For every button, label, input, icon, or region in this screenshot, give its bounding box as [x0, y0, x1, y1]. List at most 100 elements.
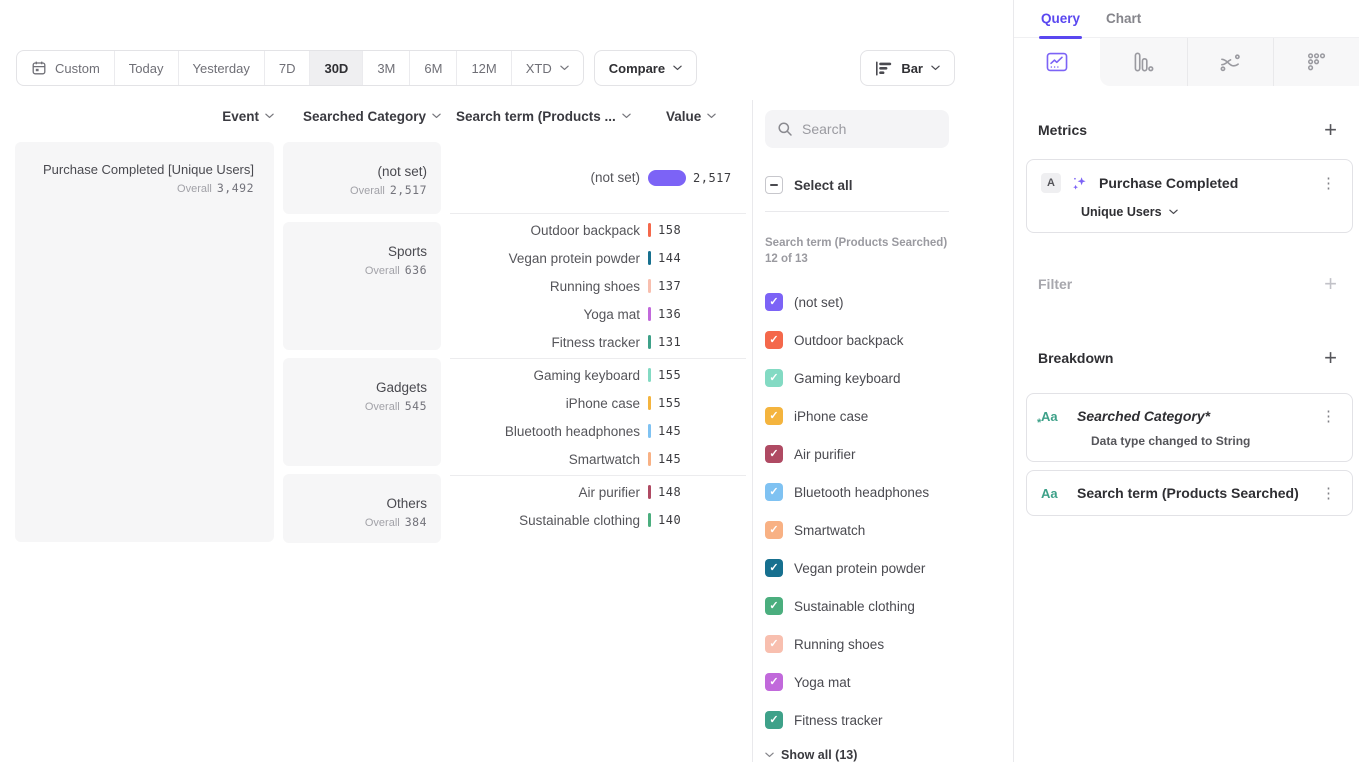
chart-type-button[interactable]: Bar	[860, 50, 955, 86]
content-row: Event Searched Category Search term (Pro…	[0, 100, 1013, 762]
column-header-category[interactable]: Searched Category	[283, 109, 441, 124]
table-row[interactable]: Bluetooth headphones145	[450, 417, 746, 445]
checkbox-checked[interactable]: ✓	[765, 521, 783, 539]
select-all-toggle[interactable]: Select all	[765, 176, 1012, 194]
table-row[interactable]: Fitness tracker131	[450, 328, 746, 356]
search-box[interactable]	[765, 110, 949, 148]
checkbox-checked[interactable]: ✓	[765, 445, 783, 463]
range-yesterday[interactable]: Yesterday	[179, 51, 265, 85]
breakdown-property-name: Searched Category*	[1077, 408, 1309, 424]
report-tab-flows[interactable]	[1187, 38, 1273, 86]
check-icon: ✓	[769, 563, 778, 574]
checkbox-checked[interactable]: ✓	[765, 483, 783, 501]
series-item[interactable]: ✓Smartwatch	[765, 520, 1012, 540]
string-type-icon: Aa*	[1041, 409, 1067, 424]
checkbox-checked[interactable]: ✓	[765, 711, 783, 729]
report-tab-retention[interactable]	[1273, 38, 1359, 86]
range-label: Custom	[55, 61, 100, 76]
checkbox-checked[interactable]: ✓	[765, 369, 783, 387]
indeterminate-checkbox[interactable]	[765, 176, 783, 194]
checkbox-checked[interactable]: ✓	[765, 331, 783, 349]
tab-chart[interactable]: Chart	[1106, 0, 1141, 37]
report-tab-insights[interactable]	[1014, 38, 1100, 86]
range-7d[interactable]: 7D	[265, 51, 311, 85]
category-cell[interactable]: Others Overall384	[283, 474, 441, 543]
series-item[interactable]: ✓Vegan protein powder	[765, 558, 1012, 578]
column-header-event[interactable]: Event	[15, 109, 274, 124]
table-row[interactable]: (not set) 2,517	[450, 164, 746, 192]
breakdown-card[interactable]: Aa* Searched Category* ⋮ Data type chang…	[1026, 393, 1353, 462]
check-icon: ✓	[769, 677, 778, 688]
category-cell[interactable]: Sports Overall636	[283, 222, 441, 350]
checkbox-checked[interactable]: ✓	[765, 597, 783, 615]
add-filter-button[interactable]: +	[1324, 273, 1337, 295]
series-item[interactable]: ✓Air purifier	[765, 444, 1012, 464]
range-custom[interactable]: Custom	[17, 51, 115, 85]
breakdown-card[interactable]: Aa Search term (Products Searched) ⋮	[1026, 470, 1353, 516]
series-item[interactable]: ✓iPhone case	[765, 406, 1012, 426]
kebab-menu-icon[interactable]: ⋮	[1319, 407, 1338, 425]
kebab-menu-icon[interactable]: ⋮	[1319, 174, 1338, 192]
range-6m[interactable]: 6M	[410, 51, 457, 85]
column-header-value[interactable]: Value	[648, 109, 716, 124]
range-30d[interactable]: 30D	[310, 51, 363, 85]
event-cell[interactable]: Purchase Completed [Unique Users] Overal…	[15, 142, 274, 542]
table-row[interactable]: Air purifier148	[450, 478, 746, 506]
category-cell[interactable]: Gadgets Overall545	[283, 358, 441, 466]
checkbox-checked[interactable]: ✓	[765, 635, 783, 653]
checkbox-checked[interactable]: ✓	[765, 293, 783, 311]
series-item[interactable]: ✓Sustainable clothing	[765, 596, 1012, 616]
range-12m[interactable]: 12M	[457, 51, 511, 85]
report-tab-funnels[interactable]	[1100, 38, 1186, 86]
value-bar	[648, 251, 651, 265]
checkbox-checked[interactable]: ✓	[765, 559, 783, 577]
chevron-down-icon	[1169, 209, 1178, 215]
value-bar	[648, 223, 651, 237]
event-column: Purchase Completed [Unique Users] Overal…	[15, 142, 274, 543]
series-item[interactable]: ✓Outdoor backpack	[765, 330, 1012, 350]
compare-button[interactable]: Compare	[594, 50, 697, 86]
metric-card[interactable]: A Purchase Completed ⋮ Unique Users	[1026, 159, 1353, 233]
series-item[interactable]: ✓Running shoes	[765, 634, 1012, 654]
checkbox-checked[interactable]: ✓	[765, 673, 783, 691]
value-bar	[648, 368, 651, 382]
tab-query[interactable]: Query	[1041, 0, 1080, 37]
aggregation-selector[interactable]: Unique Users	[1081, 205, 1338, 219]
checkbox-checked[interactable]: ✓	[765, 407, 783, 425]
app-root: Custom Today Yesterday 7D 30D 3M 6M 12M …	[0, 0, 1359, 762]
metric-name: Purchase Completed	[1099, 175, 1309, 191]
series-item[interactable]: ✓Gaming keyboard	[765, 368, 1012, 388]
table-row[interactable]: Sustainable clothing140	[450, 506, 746, 534]
series-item[interactable]: ✓Yoga mat	[765, 672, 1012, 692]
series-item[interactable]: ✓(not set)	[765, 292, 1012, 312]
search-input[interactable]	[802, 121, 932, 137]
series-item[interactable]: ✓Fitness tracker	[765, 710, 1012, 730]
table-row[interactable]: Gaming keyboard155	[450, 361, 746, 389]
legend-filter-panel: Select all Search term (Products Searche…	[752, 100, 1012, 762]
kebab-menu-icon[interactable]: ⋮	[1319, 484, 1338, 502]
table-row[interactable]: Yoga mat136	[450, 300, 746, 328]
category-cell[interactable]: (not set) Overall2,517	[283, 142, 441, 214]
check-icon: ✓	[769, 525, 778, 536]
add-breakdown-button[interactable]: +	[1324, 347, 1337, 369]
toolbar: Custom Today Yesterday 7D 30D 3M 6M 12M …	[0, 50, 1013, 86]
range-3m[interactable]: 3M	[363, 51, 410, 85]
chevron-down-icon	[707, 113, 716, 119]
series-item[interactable]: ✓Bluetooth headphones	[765, 482, 1012, 502]
table-row[interactable]: Vegan protein powder144	[450, 244, 746, 272]
table-row[interactable]: iPhone case155	[450, 389, 746, 417]
value-bar	[648, 335, 651, 349]
chevron-down-icon	[622, 113, 631, 119]
table-row[interactable]: Smartwatch145	[450, 445, 746, 473]
table-row[interactable]: Running shoes137	[450, 272, 746, 300]
column-header-term[interactable]: Search term (Products ...	[450, 109, 648, 124]
add-metric-button[interactable]: +	[1324, 119, 1337, 141]
range-xtd[interactable]: XTD	[512, 51, 583, 85]
value-bar	[648, 396, 651, 410]
value-bar	[648, 279, 651, 293]
chevron-down-icon	[931, 65, 940, 71]
table-row[interactable]: Outdoor backpack158	[450, 216, 746, 244]
breakdown-heading: Breakdown	[1038, 350, 1113, 366]
range-today[interactable]: Today	[115, 51, 179, 85]
show-all-link[interactable]: Show all (13)	[765, 748, 1012, 762]
